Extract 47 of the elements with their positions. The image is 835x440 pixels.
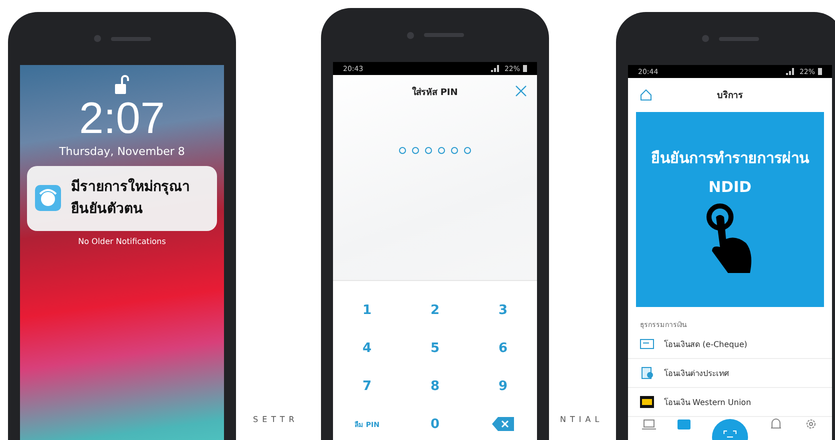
keypad-key[interactable]: 3 [498, 302, 508, 318]
backspace-key[interactable] [492, 417, 514, 431]
western-union-icon [640, 396, 654, 408]
service-label: โอนเงินสด (e-Cheque) [664, 338, 748, 350]
laptop-icon[interactable] [642, 418, 656, 430]
document-icon [640, 367, 654, 379]
service-item[interactable]: โอนเงิน Western Union [628, 388, 832, 417]
close-icon[interactable] [515, 85, 527, 97]
home-icon[interactable] [640, 89, 652, 101]
service-item[interactable]: โอนเงินต่างประเทศ [628, 359, 832, 388]
unlocked-padlock-icon [114, 75, 130, 95]
keypad-key[interactable]: 2 [430, 302, 440, 318]
cheque-icon [640, 338, 654, 350]
background-text: SETTR [253, 415, 298, 424]
battery-icon [523, 65, 527, 72]
camera-dot [406, 32, 414, 38]
signal-icon [491, 65, 502, 72]
bell-icon[interactable] [768, 418, 783, 430]
screen-title: ใส่รหัส PIN [412, 86, 458, 99]
settings-icon[interactable] [804, 418, 818, 430]
keypad-key[interactable]: 4 [362, 340, 372, 356]
clock-time: 2:07 [79, 97, 165, 141]
service-label: โอนเงิน Western Union [664, 396, 752, 408]
keypad-key[interactable]: 0 [430, 416, 440, 432]
camera-dot [94, 35, 100, 42]
service-item[interactable]: โอนเงินสด (e-Cheque) [628, 330, 832, 359]
notification-card[interactable]: มีรายการใหม่กรุณา ยืนยันตัวตน [27, 166, 217, 231]
keypad-key[interactable]: 5 [430, 340, 440, 356]
keypad-key[interactable]: 9 [498, 378, 508, 394]
keypad-key[interactable]: 7 [362, 378, 372, 394]
battery-icon [818, 68, 822, 75]
banner-text: ยืนยันการทำรายการผ่าน NDID [651, 148, 809, 198]
scan-icon [722, 430, 737, 440]
date-text: Thursday, November 8 [59, 145, 185, 158]
keypad-key[interactable]: 8 [430, 378, 440, 394]
camera-dot [702, 35, 708, 42]
signal-icon [786, 68, 796, 75]
notification-message: มีรายการใหม่กรุณา ยืนยันตัวตน [71, 177, 190, 220]
service-label: โอนเงินต่างประเทศ [664, 368, 729, 380]
ndid-banner[interactable]: ยืนยันการทำรายการผ่าน NDID [636, 112, 824, 307]
keypad-key[interactable]: 1 [362, 302, 372, 318]
wallet-icon[interactable] [677, 418, 692, 430]
notifications-note: No Older Notifications [78, 236, 166, 246]
app-icon [35, 185, 61, 212]
background-text: NTIAL [560, 415, 604, 424]
keypad-key[interactable]: 6 [498, 340, 508, 356]
screen-title: บริการ [717, 89, 743, 102]
